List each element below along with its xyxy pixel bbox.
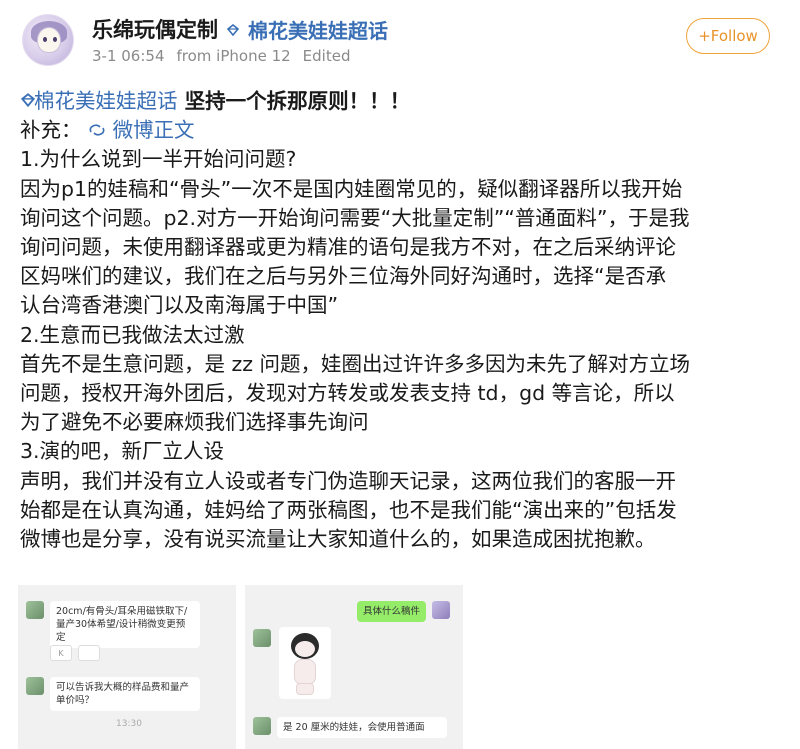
supplement-line: 补充： 微博正文 (20, 116, 790, 145)
name-row: 乐绵玩偶定制 棉花美娃娃超话 (92, 14, 388, 44)
sticker-image-2 (78, 645, 100, 661)
supplement-label: 补充： (20, 118, 82, 143)
body-line: 因为p1的娃稿和“骨头”一次不是国内娃圈常见的，疑似翻译器所以我开始 (20, 176, 683, 201)
chat-sticker-row: K (50, 645, 100, 661)
chat-screenshot-2[interactable]: 具体什么稿件 是 20 厘米的娃娃，会使用普通面 (245, 585, 463, 749)
chat-bubble: 20cm/有骨头/耳朵用磁铁取下/量产30体希望/设计稍微变更预定 (50, 601, 200, 648)
avatar-eye-left (43, 37, 47, 42)
chat-message-self: 具体什么稿件 (357, 601, 451, 622)
body-line: 声明，我们并没有立人设或者专门伪造聊天记录，这两位我们的客服一开 (20, 468, 676, 493)
body-line: 微博也是分享，没有说买流量让大家知道什么的，如果造成困扰抱歉。 (20, 527, 656, 552)
body-line: 询问问题，未使用翻译器或更为精准的语句是我方不对，在之后采纳评论 (20, 235, 676, 260)
post-title-line: 棉花美娃娃超话 坚持一个拆那原则！！！ (20, 87, 790, 116)
body-line: 询问这个问题。p2.对方一开始询问需要“大批量定制”“普通面料”，于是我 (20, 205, 690, 230)
sticker-image: K (50, 645, 72, 661)
chat-message: 是 20 厘米的娃娃，会使用普通面 (253, 717, 447, 738)
chat-avatar (253, 629, 271, 647)
body-line: 认台湾香港澳门以及南海属于中国” (20, 293, 339, 318)
post-title-text: 坚持一个拆那原则！！！ (177, 89, 411, 113)
chat-screenshot-1[interactable]: 20cm/有骨头/耳朵用磁铁取下/量产30体希望/设计稍微变更预定 K 可以告诉… (18, 585, 236, 749)
doll-body (294, 659, 316, 685)
body-line: 为了避免不必要麻烦我们选择事先询问 (20, 410, 369, 435)
chat-avatar-self (432, 601, 451, 619)
post-meta: 3-1 06:54 from iPhone 12 Edited (92, 47, 350, 65)
post-source: from iPhone 12 (176, 47, 291, 65)
chat-bubble-self: 具体什么稿件 (357, 601, 427, 622)
doll-legs (296, 683, 314, 695)
supertopic-link[interactable]: 棉花美娃娃超话 (248, 15, 388, 44)
chat-bubble: 可以告诉我大概的样品费和量产单价吗？ (50, 677, 200, 711)
chat-avatar (253, 717, 271, 735)
follow-button[interactable]: +Follow (686, 18, 770, 54)
chat-message: 20cm/有骨头/耳朵用磁铁取下/量产30体希望/设计稍微变更预定 (26, 601, 200, 648)
body-line: 问题，授权开海外团后，发现对方转发或发表支持 td，gd 等言论，所以 (20, 381, 675, 406)
chat-time: 13:30 (116, 719, 142, 729)
body-line: 2.生意而已我做法太过激 (20, 322, 245, 347)
post-topic-link[interactable]: 棉花美娃娃超话 (34, 89, 178, 113)
body-line: 3.演的吧，新厂立人设 (20, 439, 225, 464)
body-line: 首先不是生意问题，是 zz 问题，娃圈出过许许多多因为未先了解对方立场 (20, 351, 691, 376)
chat-message: 可以告诉我大概的样品费和量产单价吗？ (26, 677, 200, 711)
body-line: 始都是在认真沟通，娃妈给了两张稿图，也不是我们能“演出来的”包括发 (20, 497, 677, 522)
chat-message (253, 629, 271, 647)
body-line: 1.为什么说到一半开始问问题? (20, 147, 297, 172)
post-time: 3-1 06:54 (92, 47, 165, 65)
supertopic-diamond-icon (226, 22, 240, 37)
topic-diamond-icon (20, 87, 36, 108)
avatar[interactable] (22, 14, 74, 66)
edited-label[interactable]: Edited (303, 47, 351, 65)
body-line: 区妈咪们的建议，我们在之后与另外三位海外同好沟通时，选择“是否承 (20, 264, 667, 289)
doll-face (295, 641, 315, 657)
chat-bubble: 是 20 厘米的娃娃，会使用普通面 (277, 717, 447, 738)
username[interactable]: 乐绵玩偶定制 (92, 14, 218, 44)
chat-avatar (26, 677, 44, 695)
weibo-body-link[interactable]: 微博正文 (113, 118, 195, 142)
post-body: 棉花美娃娃超话 坚持一个拆那原则！！！ 补充： 微博正文 1.为什么说到一半开始… (20, 87, 790, 554)
avatar-face (37, 27, 61, 53)
chat-avatar (26, 601, 44, 619)
weibo-post: 乐绵玩偶定制 棉花美娃娃超话 3-1 06:54 from iPhone 12 … (0, 0, 800, 749)
doll-sketch-image (279, 627, 331, 699)
avatar-eye-right (53, 37, 57, 42)
link-icon (82, 118, 113, 142)
